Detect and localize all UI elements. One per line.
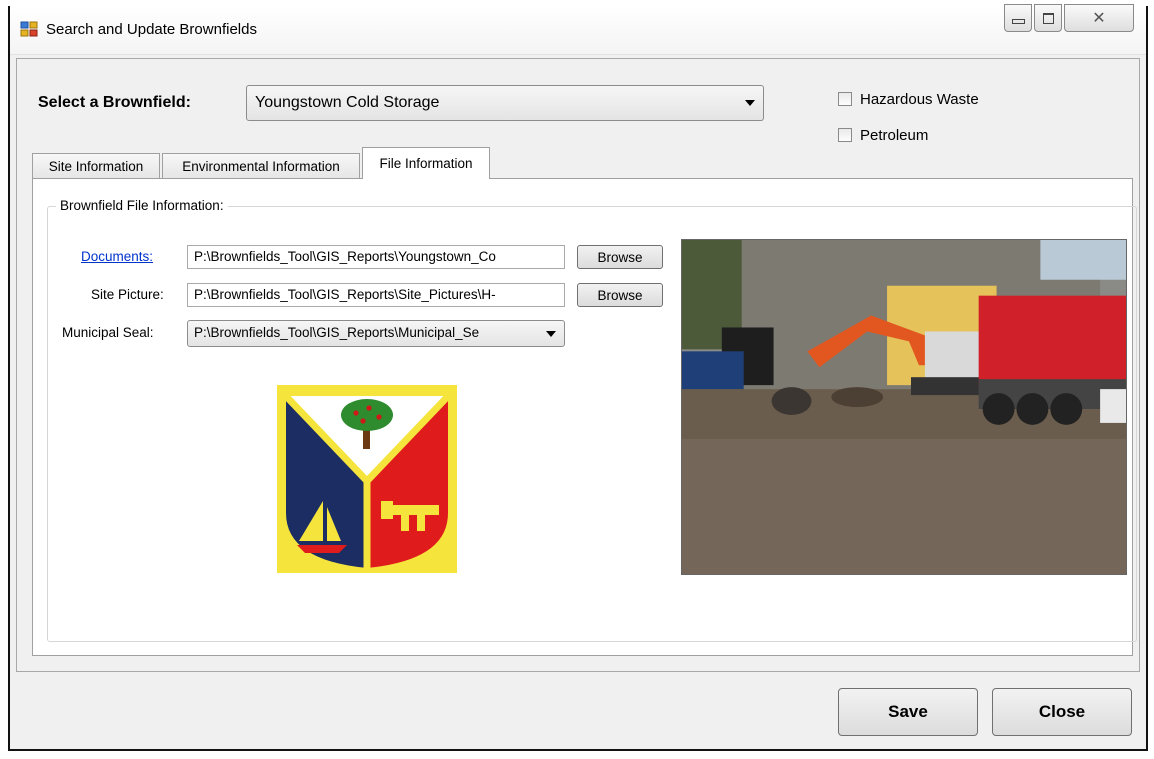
file-information-page: Brownfield File Information: Documents: … — [32, 178, 1137, 656]
chevron-down-icon — [745, 100, 755, 106]
documents-path-input[interactable]: P:\Brownfields_Tool\GIS_Reports\Youngsto… — [187, 245, 565, 269]
save-button[interactable]: Save — [838, 688, 978, 736]
close-button[interactable]: Close — [992, 688, 1132, 736]
app-icon — [20, 21, 38, 37]
municipal-seal-dropdown[interactable]: P:\Brownfields_Tool\GIS_Reports\Municipa… — [187, 320, 565, 347]
site-picture-path-input[interactable]: P:\Brownfields_Tool\GIS_Reports\Site_Pic… — [187, 283, 565, 307]
hazardous-waste-checkbox-box[interactable] — [838, 92, 852, 106]
close-icon: ✕ — [1092, 10, 1106, 27]
minimize-icon — [1011, 18, 1025, 24]
municipal-seal-image — [277, 385, 457, 573]
petroleum-checkbox-box[interactable] — [838, 128, 852, 142]
minimize-button[interactable] — [1004, 4, 1032, 32]
brownfield-dropdown[interactable]: Youngstown Cold Storage — [246, 85, 764, 121]
title-bar[interactable]: Search and Update Brownfields ✕ — [10, 4, 1146, 55]
hazardous-waste-label: Hazardous Waste — [860, 91, 979, 108]
documents-link[interactable]: Documents: — [81, 249, 153, 264]
site-picture-image — [681, 239, 1127, 575]
close-window-button[interactable]: ✕ — [1064, 4, 1134, 32]
site-picture-browse-button[interactable]: Browse — [577, 283, 663, 307]
group-label: Brownfield File Information: — [56, 198, 228, 213]
tab-environmental-information[interactable]: Environmental Information — [162, 153, 360, 179]
chevron-down-icon — [546, 330, 556, 337]
brownfield-dropdown-value: Youngstown Cold Storage — [255, 94, 440, 111]
tab-site-information[interactable]: Site Information — [32, 153, 160, 179]
site-picture-label: Site Picture: — [91, 287, 164, 302]
restore-button[interactable] — [1034, 4, 1062, 32]
petroleum-label: Petroleum — [860, 127, 929, 144]
documents-browse-button[interactable]: Browse — [577, 245, 663, 269]
select-brownfield-label: Select a Brownfield: — [38, 94, 191, 111]
restore-icon — [1042, 12, 1054, 24]
window-title: Search and Update Brownfields — [46, 21, 257, 38]
tab-file-information[interactable]: File Information — [362, 147, 490, 179]
municipal-seal-value: P:\Brownfields_Tool\GIS_Reports\Municipa… — [194, 325, 480, 340]
municipal-seal-label: Municipal Seal: — [62, 325, 154, 340]
brownfields-window: Search and Update Brownfields ✕ Select a… — [8, 4, 1148, 751]
